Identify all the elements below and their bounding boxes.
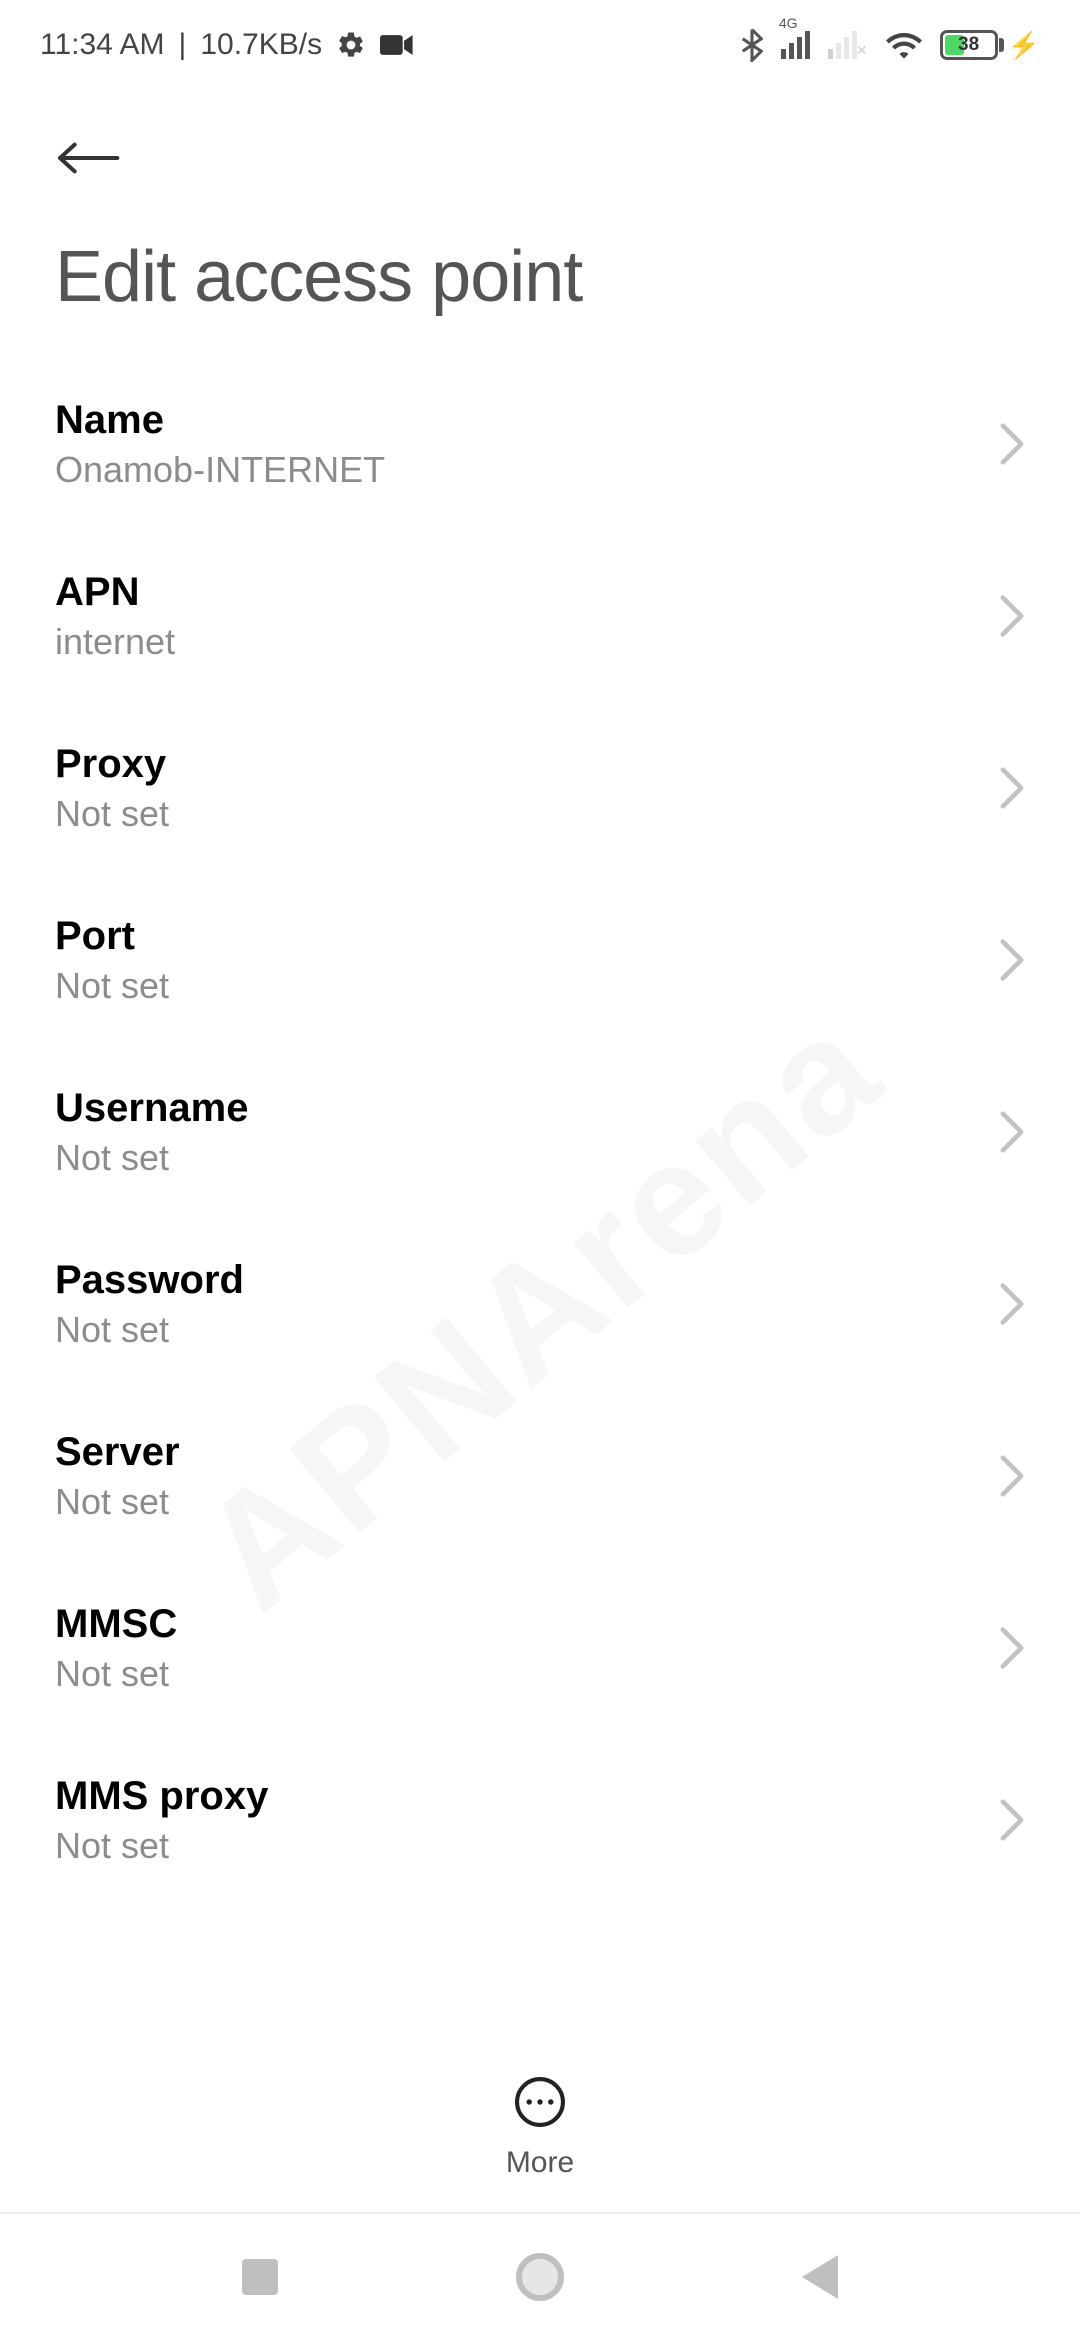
more-icon [513, 2075, 567, 2134]
row-apn[interactable]: APN internet [55, 530, 1025, 702]
bluetooth-icon [741, 28, 763, 62]
row-password[interactable]: Password Not set [55, 1218, 1025, 1390]
chevron-right-icon [999, 1626, 1025, 1670]
status-right: 4G ✕ 38 ⚡ [741, 28, 1040, 62]
row-proxy[interactable]: Proxy Not set [55, 702, 1025, 874]
charging-icon: ⚡ [1008, 30, 1040, 61]
status-separator: | [179, 28, 187, 62]
row-mms-proxy[interactable]: MMS proxy Not set [55, 1734, 1025, 1906]
row-value: Onamob-INTERNET [55, 449, 999, 491]
back-button[interactable] [50, 120, 126, 196]
row-label: Port [55, 914, 999, 959]
page-title: Edit access point [0, 196, 1080, 358]
chevron-right-icon [999, 1282, 1025, 1326]
row-label: Username [55, 1086, 999, 1131]
row-label: MMSC [55, 1602, 999, 1647]
system-nav-bar [0, 2212, 1080, 2340]
settings-list: Name Onamob-INTERNET APN internet Proxy … [0, 358, 1080, 2218]
nav-home-button[interactable] [510, 2247, 570, 2307]
nav-recent-button[interactable] [230, 2247, 290, 2307]
row-value: Not set [55, 1825, 999, 1867]
app-bar [0, 90, 1080, 196]
row-value: Not set [55, 1137, 999, 1179]
row-value: Not set [55, 1309, 999, 1351]
row-label: Proxy [55, 742, 999, 787]
chevron-right-icon [999, 422, 1025, 466]
row-mmsc[interactable]: MMSC Not set [55, 1562, 1025, 1734]
nav-back-button[interactable] [790, 2247, 850, 2307]
signal-nosim-icon: ✕ [828, 31, 868, 59]
wifi-icon [886, 31, 922, 59]
row-label: APN [55, 570, 999, 615]
row-username[interactable]: Username Not set [55, 1046, 1025, 1218]
chevron-right-icon [999, 1798, 1025, 1842]
row-value: Not set [55, 1653, 999, 1695]
chevron-right-icon [999, 1454, 1025, 1498]
chevron-right-icon [999, 938, 1025, 982]
status-bar: 11:34 AM | 10.7KB/s 4G ✕ [0, 0, 1080, 90]
more-label: More [506, 2146, 574, 2180]
row-value: internet [55, 621, 999, 663]
row-name[interactable]: Name Onamob-INTERNET [55, 358, 1025, 530]
chevron-right-icon [999, 766, 1025, 810]
row-value: Not set [55, 1481, 999, 1523]
row-label: Password [55, 1258, 999, 1303]
chevron-right-icon [999, 594, 1025, 638]
bottom-action-bar: More [0, 2042, 1080, 2212]
signal-4g-icon: 4G [781, 31, 810, 59]
status-left: 11:34 AM | 10.7KB/s [40, 28, 414, 62]
status-net-rate: 10.7KB/s [200, 28, 322, 62]
row-label: Name [55, 398, 999, 443]
status-time: 11:34 AM [40, 28, 165, 62]
row-value: Not set [55, 965, 999, 1007]
video-icon [380, 33, 414, 57]
row-port[interactable]: Port Not set [55, 874, 1025, 1046]
settings-icon [336, 30, 366, 60]
row-label: MMS proxy [55, 1774, 999, 1819]
chevron-right-icon [999, 1110, 1025, 1154]
row-value: Not set [55, 793, 999, 835]
more-button[interactable]: More [506, 2075, 574, 2180]
row-label: Server [55, 1430, 999, 1475]
row-server[interactable]: Server Not set [55, 1390, 1025, 1562]
battery-icon: 38 ⚡ [940, 30, 1040, 61]
